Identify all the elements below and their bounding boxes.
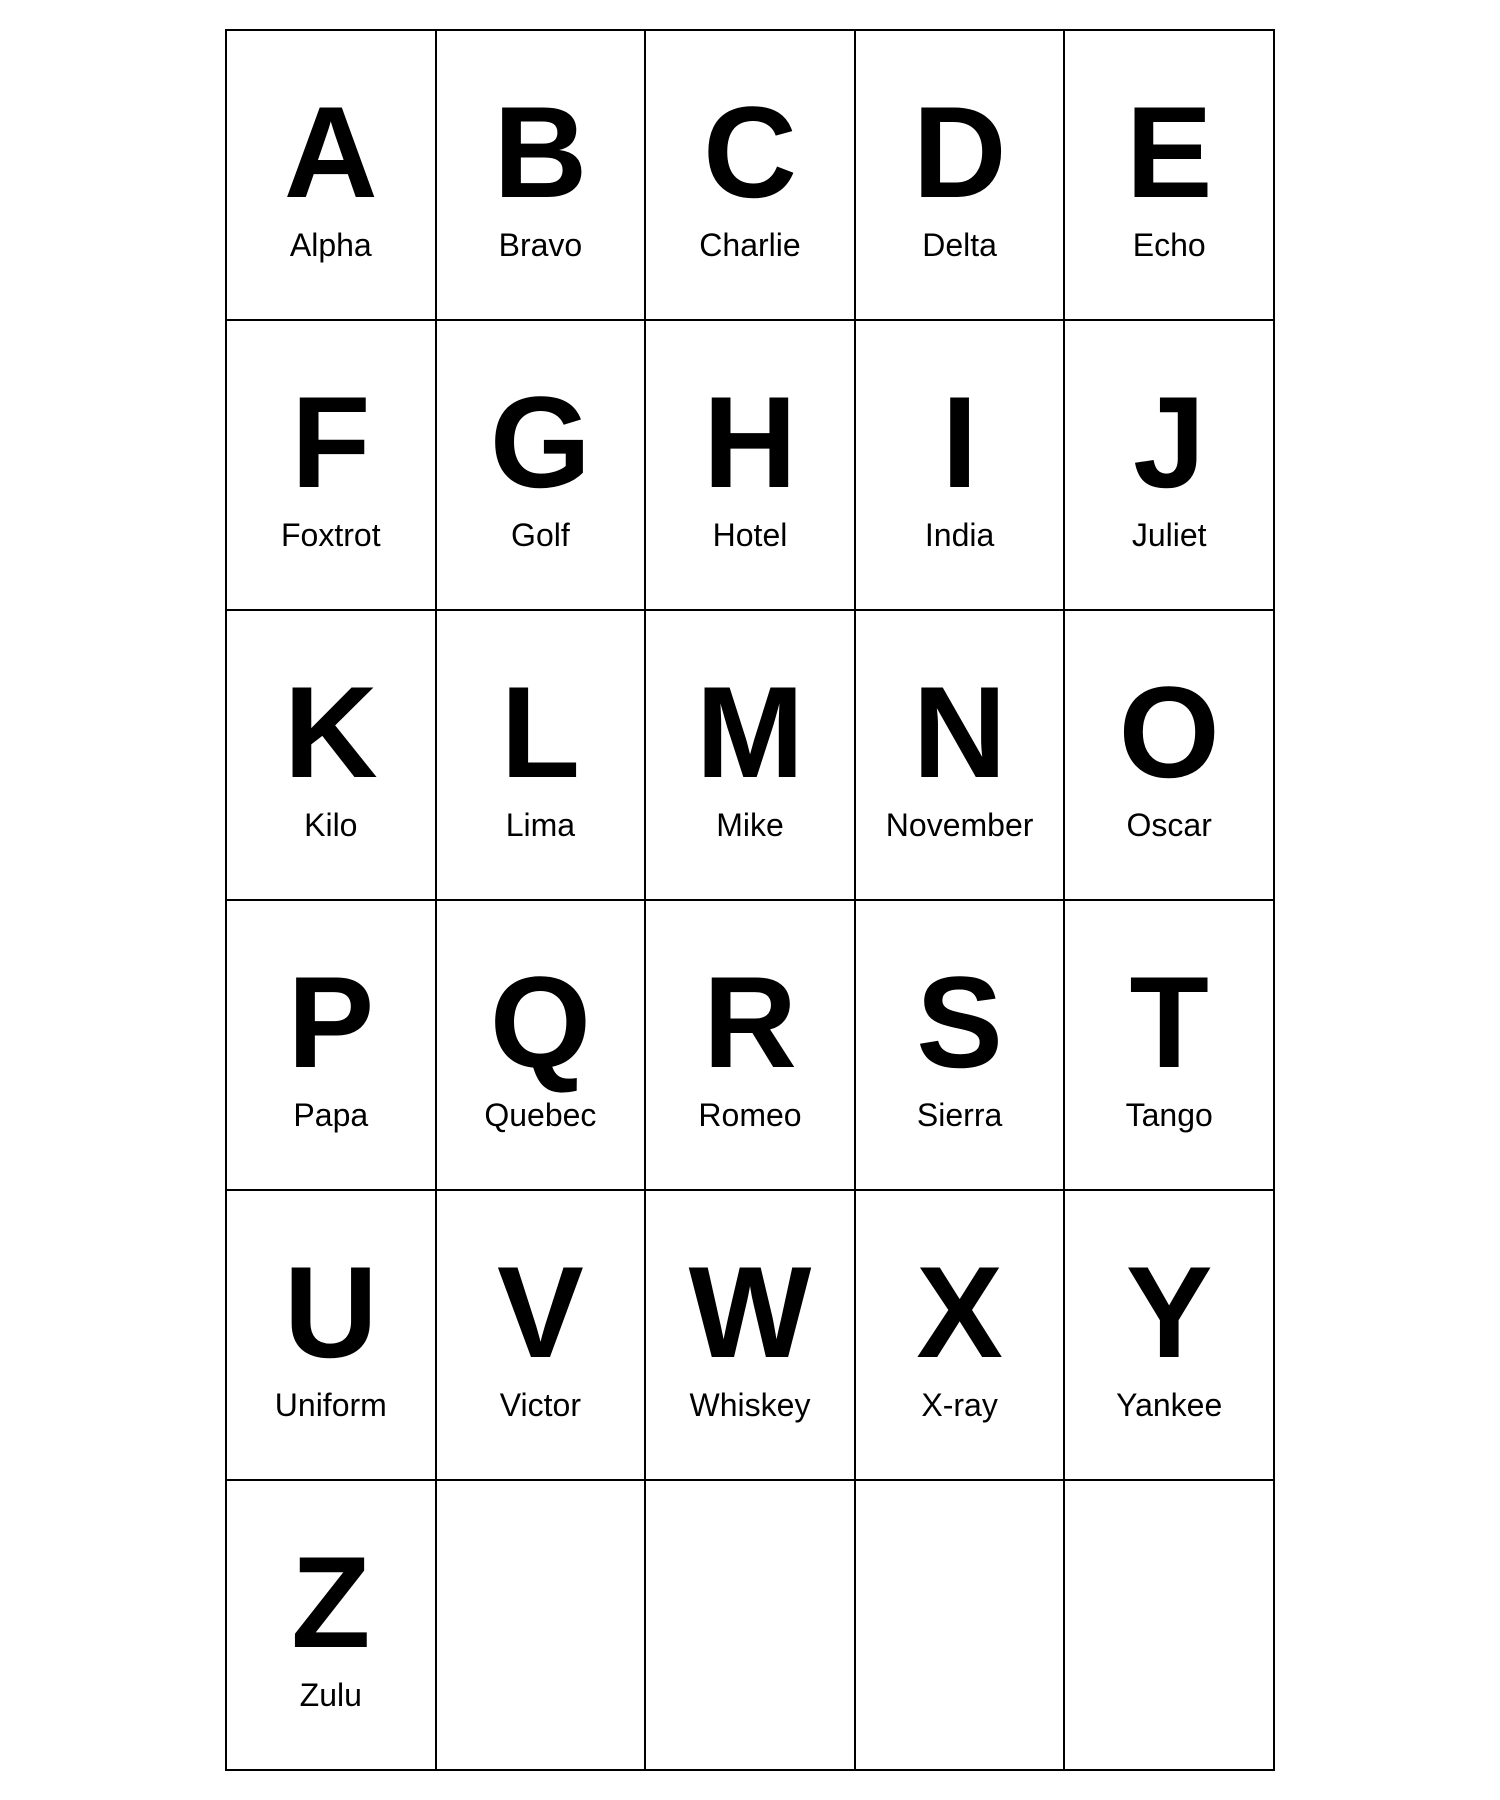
cell-Y: Y Yankee <box>1065 1191 1275 1481</box>
letter-X: X <box>916 1247 1003 1377</box>
word-hotel: Hotel <box>713 517 788 554</box>
word-romeo: Romeo <box>698 1097 801 1134</box>
letter-C: C <box>703 87 797 217</box>
cell-K: K Kilo <box>227 611 437 901</box>
letter-G: G <box>490 377 591 507</box>
word-sierra: Sierra <box>917 1097 1002 1134</box>
empty-cell-27 <box>646 1481 856 1771</box>
cell-B: B Bravo <box>437 31 647 321</box>
word-lima: Lima <box>506 807 575 844</box>
word-uniform: Uniform <box>275 1387 387 1424</box>
letter-M: M <box>696 667 804 797</box>
cell-D: D Delta <box>856 31 1066 321</box>
cell-N: N November <box>856 611 1066 901</box>
word-quebec: Quebec <box>484 1097 596 1134</box>
cell-Z: Z Zulu <box>227 1481 437 1771</box>
cell-M: M Mike <box>646 611 856 901</box>
letter-O: O <box>1119 667 1220 797</box>
letter-J: J <box>1133 377 1205 507</box>
letter-K: K <box>284 667 378 797</box>
letter-V: V <box>497 1247 584 1377</box>
letter-Z: Z <box>291 1537 370 1667</box>
cell-L: L Lima <box>437 611 647 901</box>
cell-C: C Charlie <box>646 31 856 321</box>
letter-R: R <box>703 957 797 1087</box>
letter-Q: Q <box>490 957 591 1087</box>
cell-H: H Hotel <box>646 321 856 611</box>
cell-V: V Victor <box>437 1191 647 1481</box>
cell-I: I India <box>856 321 1066 611</box>
cell-J: J Juliet <box>1065 321 1275 611</box>
cell-W: W Whiskey <box>646 1191 856 1481</box>
word-juliet: Juliet <box>1132 517 1207 554</box>
letter-P: P <box>287 957 374 1087</box>
letter-B: B <box>493 87 587 217</box>
word-india: India <box>925 517 994 554</box>
word-kilo: Kilo <box>304 807 357 844</box>
letter-E: E <box>1126 87 1213 217</box>
word-alpha: Alpha <box>290 227 372 264</box>
word-papa: Papa <box>293 1097 368 1134</box>
word-november: November <box>886 807 1034 844</box>
letter-T: T <box>1129 957 1208 1087</box>
nato-alphabet-grid: A Alpha B Bravo C Charlie D Delta E Echo F Foxtrot G… <box>225 29 1275 1771</box>
word-tango: Tango <box>1126 1097 1213 1134</box>
word-oscar: Oscar <box>1127 807 1212 844</box>
cell-P: P Papa <box>227 901 437 1191</box>
cell-U: U Uniform <box>227 1191 437 1481</box>
letter-Y: Y <box>1126 1247 1213 1377</box>
word-victor: Victor <box>500 1387 581 1424</box>
cell-A: A Alpha <box>227 31 437 321</box>
cell-Q: Q Quebec <box>437 901 647 1191</box>
cell-G: G Golf <box>437 321 647 611</box>
empty-cell-29 <box>1065 1481 1275 1771</box>
letter-I: I <box>942 377 978 507</box>
letter-D: D <box>913 87 1007 217</box>
cell-R: R Romeo <box>646 901 856 1191</box>
word-whiskey: Whiskey <box>690 1387 811 1424</box>
word-zulu: Zulu <box>300 1677 362 1714</box>
cell-O: O Oscar <box>1065 611 1275 901</box>
letter-U: U <box>284 1247 378 1377</box>
word-x-ray: X-ray <box>921 1387 997 1424</box>
empty-cell-28 <box>856 1481 1066 1771</box>
letter-F: F <box>291 377 370 507</box>
letter-N: N <box>913 667 1007 797</box>
cell-S: S Sierra <box>856 901 1066 1191</box>
cell-F: F Foxtrot <box>227 321 437 611</box>
word-charlie: Charlie <box>699 227 800 264</box>
word-foxtrot: Foxtrot <box>281 517 381 554</box>
letter-S: S <box>916 957 1003 1087</box>
word-golf: Golf <box>511 517 570 554</box>
cell-T: T Tango <box>1065 901 1275 1191</box>
word-delta: Delta <box>922 227 997 264</box>
cell-E: E Echo <box>1065 31 1275 321</box>
letter-W: W <box>689 1247 812 1377</box>
cell-X: X X-ray <box>856 1191 1066 1481</box>
word-bravo: Bravo <box>499 227 583 264</box>
letter-H: H <box>703 377 797 507</box>
word-yankee: Yankee <box>1116 1387 1222 1424</box>
letter-L: L <box>501 667 580 797</box>
empty-cell-26 <box>437 1481 647 1771</box>
letter-A: A <box>284 87 378 217</box>
word-echo: Echo <box>1133 227 1206 264</box>
word-mike: Mike <box>716 807 784 844</box>
